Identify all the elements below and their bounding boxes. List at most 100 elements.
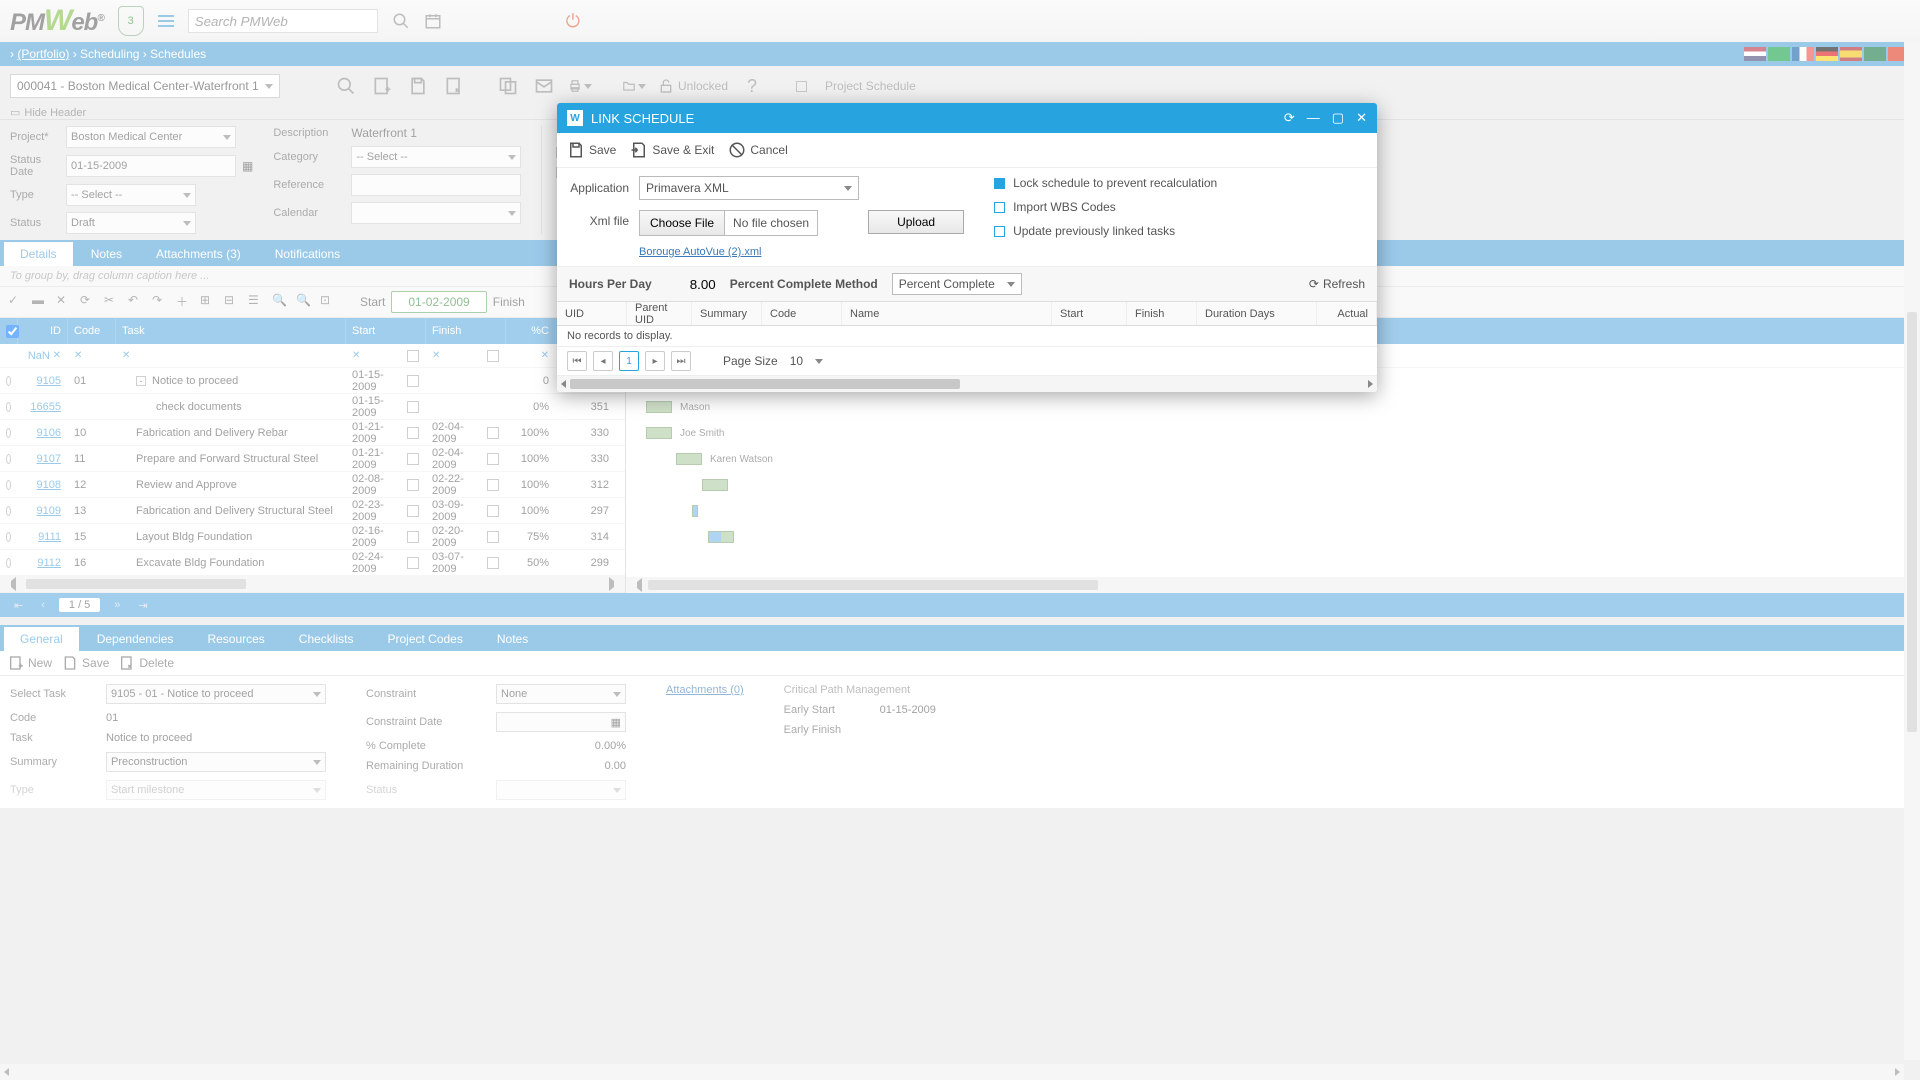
pagesize-value[interactable]: 10 [784, 354, 809, 368]
refresh-dialog-icon[interactable]: ⟳ [1284, 110, 1295, 126]
btab-general[interactable]: General [4, 627, 79, 651]
list-icon[interactable]: ☰ [248, 293, 266, 311]
window-hscroll[interactable] [0, 1064, 1904, 1080]
mcol-finish[interactable]: Finish [1127, 302, 1197, 325]
crumb-portfolio[interactable]: (Portfolio) [17, 47, 69, 61]
importwbs-checkbox[interactable]: Import WBS Codes [994, 200, 1217, 214]
power-icon[interactable]: ⏻ [566, 11, 580, 32]
mcol-parentuid[interactable]: Parent UID [627, 302, 692, 325]
dialog-cancel-button[interactable]: Cancel [728, 141, 787, 159]
tab-details[interactable]: Details [4, 242, 73, 266]
crumb-schedules[interactable]: Schedules [150, 47, 206, 61]
pcm-select[interactable]: Percent Complete [892, 273, 1022, 295]
lock-checkbox[interactable]: Lock schedule to prevent recalculation [994, 176, 1217, 190]
refresh-button[interactable]: ⟳ Refresh [1309, 277, 1365, 291]
selecttask-field[interactable]: 9105 - 01 - Notice to proceed [106, 684, 326, 704]
pager-first[interactable]: ⇤ [10, 599, 27, 612]
mpager-page[interactable]: 1 [619, 351, 639, 371]
dialog-titlebar[interactable]: W LINK SCHEDULE ⟳ — ▢ ✕ [557, 103, 1377, 133]
start-date-button[interactable]: 01-02-2009 [391, 291, 486, 313]
search-tb-icon[interactable] [334, 74, 358, 98]
table-row[interactable]: 910711Prepare and Forward Structural Ste… [0, 446, 625, 472]
table-row[interactable]: 910812Review and Approve02-08-200902-22-… [0, 472, 625, 498]
mcol-uid[interactable]: UID [557, 302, 627, 325]
crumb-scheduling[interactable]: Scheduling [80, 47, 139, 61]
cancel-grid-icon[interactable]: ✕ [56, 293, 74, 311]
save-icon[interactable] [406, 74, 430, 98]
pager-next[interactable]: » [110, 599, 124, 611]
col-task[interactable]: Task [116, 318, 346, 344]
btab-resources[interactable]: Resources [191, 627, 280, 651]
constraint-field[interactable]: None [496, 684, 626, 704]
gantt-hscroll[interactable] [626, 577, 1920, 593]
mpager-next[interactable]: ▸ [645, 351, 665, 371]
table-row[interactable]: 911216Excavate Bldg Foundation02-24-2009… [0, 550, 625, 576]
col-pc[interactable]: %C [506, 318, 556, 344]
expand-icon[interactable]: ⊞ [200, 293, 218, 311]
mcol-actual[interactable]: Actual [1317, 302, 1377, 325]
col-start[interactable]: Start [346, 318, 426, 344]
table-row[interactable]: 910913Fabrication and Delivery Structura… [0, 498, 625, 524]
upload-button[interactable]: Upload [868, 210, 964, 234]
hpd-input[interactable] [666, 277, 716, 292]
print-icon[interactable] [568, 74, 592, 98]
help-icon[interactable]: ? [740, 74, 764, 98]
window-vscroll[interactable] [1904, 42, 1920, 1060]
dialog-hscroll[interactable] [557, 376, 1377, 392]
application-select[interactable]: Primavera XML [639, 176, 859, 200]
menu-icon[interactable] [158, 15, 174, 27]
new-button[interactable]: New [8, 655, 52, 671]
table-row[interactable]: 16655check documents01-15-20090%351 [0, 394, 625, 420]
grid-hscroll[interactable] [0, 576, 625, 592]
zoomout-icon[interactable]: 🔍 [272, 293, 290, 311]
language-flags[interactable] [1744, 47, 1910, 61]
btab-dependencies[interactable]: Dependencies [81, 627, 190, 651]
updatetasks-checkbox[interactable]: Update previously linked tasks [994, 224, 1217, 238]
xmlfile-link[interactable]: Borouge AutoVue (2).xml [639, 246, 762, 258]
cut-icon[interactable]: ✂ [104, 293, 122, 311]
calendar-picker-icon[interactable]: ▦ [242, 159, 253, 173]
table-row[interactable]: 910501-Notice to proceed01-15-20090 [0, 368, 625, 394]
close-icon[interactable]: ✕ [1356, 110, 1367, 126]
tab-notes[interactable]: Notes [75, 242, 138, 266]
calendar-icon[interactable] [424, 12, 442, 30]
bsum-field[interactable]: Preconstruction [106, 752, 326, 772]
col-id[interactable]: ID [18, 318, 68, 344]
statusdate-field[interactable]: 01-15-2009 [66, 155, 236, 177]
save-button[interactable]: Save [62, 655, 109, 671]
redo-icon[interactable]: ↷ [152, 293, 170, 311]
tab-notifications[interactable]: Notifications [259, 242, 356, 266]
mcol-summary[interactable]: Summary [692, 302, 762, 325]
collapse-icon[interactable]: ⊟ [224, 293, 242, 311]
minimize-icon[interactable]: — [1307, 110, 1320, 126]
cat-field[interactable]: -- Select -- [351, 146, 521, 168]
filter-row[interactable]: NaN ✕ ✕✕ ✕✕ ✕ [0, 344, 625, 368]
project-select[interactable]: 000041 - Boston Medical Center-Waterfron… [10, 74, 280, 98]
new-icon[interactable] [370, 74, 394, 98]
mcol-duration[interactable]: Duration Days [1197, 302, 1317, 325]
check-icon[interactable]: ✓ [8, 293, 26, 311]
pager-last[interactable]: ⇥ [134, 599, 151, 612]
tab-attachments[interactable]: Attachments (3) [140, 242, 257, 266]
search-input[interactable] [188, 9, 378, 33]
mpager-prev[interactable]: ◂ [593, 351, 613, 371]
mpager-last[interactable]: ⏭ [671, 351, 691, 371]
pager-prev[interactable]: ‹ [37, 599, 49, 611]
btab-projectcodes[interactable]: Project Codes [371, 627, 478, 651]
btab-notes[interactable]: Notes [481, 627, 544, 651]
bstatus-field[interactable] [496, 780, 626, 800]
title-checkbox[interactable] [796, 81, 807, 92]
zoomin-icon[interactable]: 🔍 [296, 293, 314, 311]
save-grid-icon[interactable]: ▬ [32, 293, 50, 311]
project-field[interactable]: Boston Medical Center [66, 126, 236, 148]
mail-icon[interactable] [532, 74, 556, 98]
cal-field[interactable] [351, 202, 521, 224]
type-field[interactable]: -- Select -- [66, 184, 196, 206]
mpager-first[interactable]: ⏮ [567, 351, 587, 371]
maximize-icon[interactable]: ▢ [1332, 110, 1344, 126]
add-row-icon[interactable]: ＋ [176, 293, 194, 311]
dialog-save-button[interactable]: Save [567, 141, 616, 159]
search-icon[interactable] [392, 12, 410, 30]
choosefile-button[interactable]: Choose File [640, 211, 725, 235]
refresh-grid-icon[interactable]: ⟳ [80, 293, 98, 311]
